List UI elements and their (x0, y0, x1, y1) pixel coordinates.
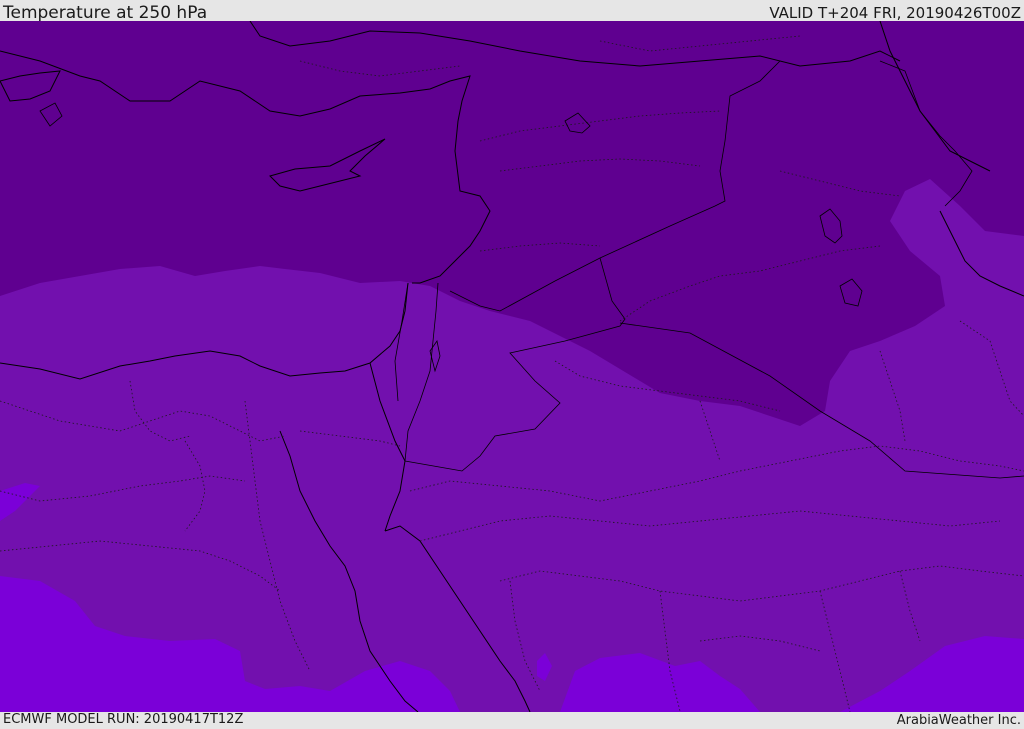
model-run-label: ECMWF MODEL RUN: 20190417T12Z (3, 712, 244, 727)
footer-bar: ECMWF MODEL RUN: 20190417T12Z ArabiaWeat… (0, 712, 1024, 729)
map-title: Temperature at 250 hPa (3, 3, 208, 23)
credit-label: ArabiaWeather Inc. (896, 713, 1021, 728)
map-frame: Temperature at 250 hPa VALID T+204 FRI, … (0, 0, 1024, 729)
valid-time-label: VALID T+204 FRI, 20190426T00Z (769, 4, 1021, 22)
temperature-map[interactable] (0, 21, 1024, 712)
header-bar: Temperature at 250 hPa VALID T+204 FRI, … (0, 0, 1024, 23)
